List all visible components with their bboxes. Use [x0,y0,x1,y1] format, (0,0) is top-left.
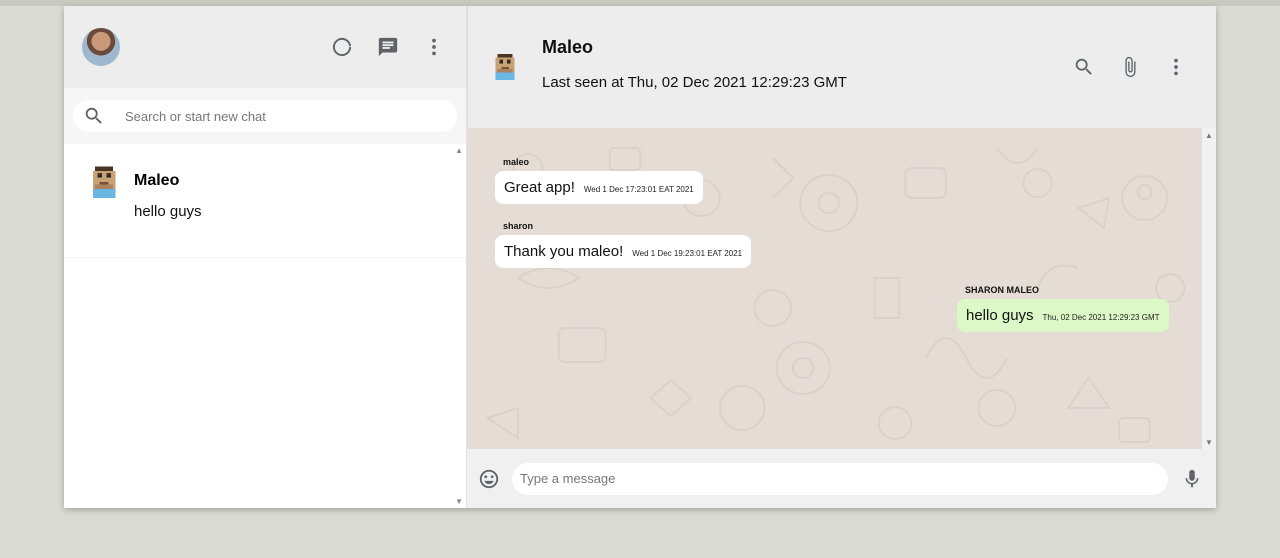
search-icon [85,107,102,124]
message-text: Great app! [504,179,575,196]
chat-header: Maleo Last seen at Thu, 02 Dec 2021 12:2… [467,6,1216,128]
emoji-icon[interactable] [477,467,501,491]
search-icon[interactable] [1072,55,1096,79]
sidebar-header-icons [330,35,446,59]
message-sender: sharon [503,221,534,231]
chat-item-last-message: hello guys [134,203,202,220]
search-box [73,100,457,132]
mic-icon[interactable] [1180,467,1204,491]
chat-item-name: Maleo [134,172,180,189]
message-time: Wed 1 Dec 19:23:01 EAT 2021 [632,249,743,258]
message-sender: SHARON MALEO [965,285,1039,295]
search-bar [64,88,466,144]
chat-item-info: Maleo hello guys [134,164,202,257]
chat-header-info[interactable]: Maleo Last seen at Thu, 02 Dec 2021 12:2… [542,37,1072,91]
status-icon[interactable] [330,35,354,59]
message-bubble[interactable]: Great app! Wed 1 Dec 17:23:01 EAT 2021 [495,171,703,204]
chat-panel: Maleo Last seen at Thu, 02 Dec 2021 12:2… [467,6,1216,508]
message-incoming: sharon Thank you maleo! Wed 1 Dec 19:23:… [495,221,752,268]
app-window: Maleo hello guys ▲ ▼ Maleo [64,6,1216,508]
message-bubble[interactable]: hello guys Thu, 02 Dec 2021 12:29:23 GMT [957,299,1169,332]
message-scroll-down[interactable]: ▼ [1205,438,1213,447]
search-input[interactable] [125,108,425,124]
message-scrollbar[interactable]: ▲ ▼ [1202,128,1216,449]
compose-bar [467,449,1216,508]
message-scroll-up[interactable]: ▲ [1205,131,1213,140]
message-text: hello guys [966,307,1034,324]
chat-list-item[interactable]: Maleo hello guys [64,144,466,258]
message-bubble[interactable]: Thank you maleo! Wed 1 Dec 19:23:01 EAT … [495,235,752,268]
sidebar-scroll-up[interactable]: ▲ [455,146,463,155]
my-avatar[interactable] [82,28,120,66]
message-time: Wed 1 Dec 17:23:01 EAT 2021 [583,185,694,194]
chat-last-seen: Last seen at Thu, 02 Dec 2021 12:29:23 G… [542,74,847,91]
message-sender: maleo [503,157,530,167]
chat-header-avatar[interactable] [490,50,520,84]
sidebar-scroll-down[interactable]: ▼ [455,497,463,506]
message-time: Thu, 02 Dec 2021 12:29:23 GMT [1042,313,1160,322]
more-vert-icon[interactable] [1164,55,1188,79]
message-input[interactable] [512,462,1168,495]
sidebar-header [64,6,466,88]
chat-contact-name: Maleo [542,37,594,57]
attach-icon[interactable] [1118,55,1142,79]
contact-avatar [92,166,116,198]
more-vert-icon[interactable] [422,35,446,59]
new-chat-icon[interactable] [376,35,400,59]
sidebar: Maleo hello guys ▲ ▼ [64,6,467,508]
chat-header-icons [1072,55,1188,79]
chat-list: Maleo hello guys ▲ ▼ [64,144,466,508]
message-text: Thank you maleo! [504,243,624,260]
message-incoming: maleo Great app! Wed 1 Dec 17:23:01 EAT … [495,157,703,204]
message-outgoing: SHARON MALEO hello guys Thu, 02 Dec 2021… [957,285,1169,332]
message-area: maleo Great app! Wed 1 Dec 17:23:01 EAT … [467,128,1216,449]
